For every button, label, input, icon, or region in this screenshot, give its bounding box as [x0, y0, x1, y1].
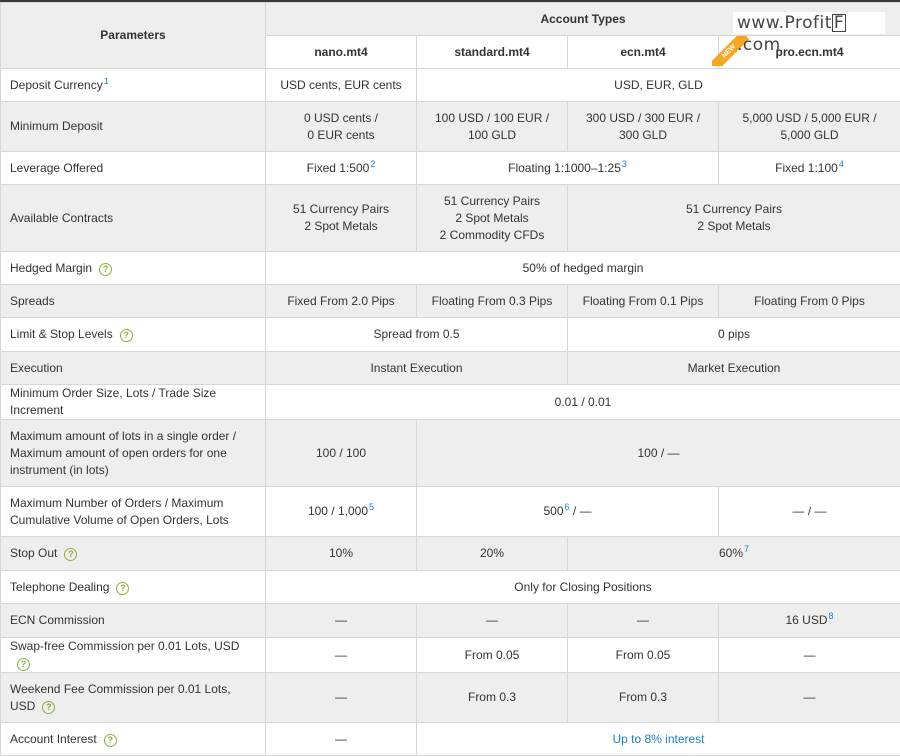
table-row: Swap-free Commission per 0.01 Lots, USD?… [1, 638, 900, 673]
table-row: Spreads Fixed From 2.0 Pips Floating Fro… [1, 285, 900, 318]
cell: Fixed 1:1004 [719, 152, 900, 185]
parameters-header: Parameters [1, 3, 266, 69]
cell: — [266, 604, 417, 638]
cell: 50% of hedged margin [266, 252, 900, 285]
cell: 51 Currency Pairs2 Spot Metals2 Commodit… [417, 185, 568, 252]
row-label: Telephone Dealing? [1, 571, 266, 604]
cell: 20% [417, 537, 568, 571]
table-row: Account Interest? — Up to 8% interest [1, 723, 900, 756]
cell: — [417, 604, 568, 638]
footnote-link[interactable]: 3 [622, 159, 627, 169]
row-label: Maximum Number of Orders / MaximumCumula… [1, 487, 266, 537]
table-row: Maximum amount of lots in a single order… [1, 420, 900, 487]
footnote-link[interactable]: 5 [369, 502, 374, 512]
row-label: Minimum Order Size, Lots / Trade Size In… [1, 385, 266, 420]
table-row: Deposit Currency1 USD cents, EUR cents U… [1, 69, 900, 102]
cell: Floating 1:1000–1:253 [417, 152, 719, 185]
cell: — [719, 638, 900, 673]
row-label: Maximum amount of lots in a single order… [1, 420, 266, 487]
cell: USD cents, EUR cents [266, 69, 417, 102]
cell: 0 USD cents /0 EUR cents [266, 102, 417, 152]
cell: — [719, 673, 900, 723]
table-row: Maximum Number of Orders / MaximumCumula… [1, 487, 900, 537]
cell: 100 USD / 100 EUR /100 GLD [417, 102, 568, 152]
table-row: Execution Instant Execution Market Execu… [1, 352, 900, 385]
row-label: ECN Commission [1, 604, 266, 638]
row-label: Swap-free Commission per 0.01 Lots, USD? [1, 638, 266, 673]
help-icon[interactable]: ? [104, 734, 117, 747]
cell: Instant Execution [266, 352, 568, 385]
help-icon[interactable]: ? [120, 329, 133, 342]
watermark-logo: www.ProfitF.com [733, 12, 885, 34]
table-row: Minimum Order Size, Lots / Trade Size In… [1, 385, 900, 420]
cell: 5006 / — [417, 487, 719, 537]
cell: From 0.05 [417, 638, 568, 673]
row-label: Weekend Fee Commission per 0.01 Lots,USD… [1, 673, 266, 723]
table-row: Minimum Deposit 0 USD cents /0 EUR cents… [1, 102, 900, 152]
cell: Fixed From 2.0 Pips [266, 285, 417, 318]
table-row: Telephone Dealing? Only for Closing Posi… [1, 571, 900, 604]
table-row: Leverage Offered Fixed 1:5002 Floating 1… [1, 152, 900, 185]
footnote-link[interactable]: 8 [829, 611, 834, 621]
col-ecn: ecn.mt4 [568, 36, 719, 69]
cell: 100 / 1,0005 [266, 487, 417, 537]
cell: 100 / — [417, 420, 900, 487]
interest-link[interactable]: Up to 8% interest [417, 723, 900, 756]
cell: USD, EUR, GLD [417, 69, 900, 102]
footnote-link[interactable]: 4 [839, 159, 844, 169]
cell: — [266, 638, 417, 673]
cell: Only for Closing Positions [266, 571, 900, 604]
row-label: Leverage Offered [1, 152, 266, 185]
table-row: Available Contracts 51 Currency Pairs2 S… [1, 185, 900, 252]
cell: From 0.3 [417, 673, 568, 723]
cell: — [266, 673, 417, 723]
table-row: Hedged Margin? 50% of hedged margin [1, 252, 900, 285]
row-label: Deposit Currency1 [1, 69, 266, 102]
cell: 0 pips [568, 318, 900, 352]
table-row: ECN Commission — — — 16 USD8 [1, 604, 900, 638]
cell: — [568, 604, 719, 638]
cell: Floating From 0 Pips [719, 285, 900, 318]
cell: — / — [719, 487, 900, 537]
footnote-link[interactable]: 2 [370, 159, 375, 169]
account-comparison-table: Parameters Account Types nano.mt4 standa… [0, 2, 900, 756]
row-label: Minimum Deposit [1, 102, 266, 152]
table-row: Stop Out? 10% 20% 60%7 [1, 537, 900, 571]
cell: 60%7 [568, 537, 900, 571]
cell: 16 USD8 [719, 604, 900, 638]
cell: 51 Currency Pairs2 Spot Metals [568, 185, 900, 252]
table-row: Weekend Fee Commission per 0.01 Lots,USD… [1, 673, 900, 723]
col-standard: standard.mt4 [417, 36, 568, 69]
cell: 51 Currency Pairs2 Spot Metals [266, 185, 417, 252]
row-label: Available Contracts [1, 185, 266, 252]
cell: Floating From 0.3 Pips [417, 285, 568, 318]
footnote-link[interactable]: 1 [104, 76, 109, 86]
col-nano: nano.mt4 [266, 36, 417, 69]
cell: 300 USD / 300 EUR /300 GLD [568, 102, 719, 152]
cell: — [266, 723, 417, 756]
row-label: Stop Out? [1, 537, 266, 571]
cell: From 0.05 [568, 638, 719, 673]
help-icon[interactable]: ? [99, 263, 112, 276]
cell: Floating From 0.1 Pips [568, 285, 719, 318]
cell: 100 / 100 [266, 420, 417, 487]
row-label: Account Interest? [1, 723, 266, 756]
help-icon[interactable]: ? [116, 582, 129, 595]
help-icon[interactable]: ? [42, 701, 55, 714]
row-label: Hedged Margin? [1, 252, 266, 285]
table-row: Limit & Stop Levels? Spread from 0.5 0 p… [1, 318, 900, 352]
cell: 0.01 / 0.01 [266, 385, 900, 420]
row-label: Spreads [1, 285, 266, 318]
cell: 10% [266, 537, 417, 571]
footnote-link[interactable]: 7 [744, 544, 749, 554]
cell: Fixed 1:5002 [266, 152, 417, 185]
cell: Spread from 0.5 [266, 318, 568, 352]
row-label: Limit & Stop Levels? [1, 318, 266, 352]
help-icon[interactable]: ? [64, 548, 77, 561]
row-label: Execution [1, 352, 266, 385]
cell: From 0.3 [568, 673, 719, 723]
cell: Market Execution [568, 352, 900, 385]
cell: 5,000 USD / 5,000 EUR /5,000 GLD [719, 102, 900, 152]
help-icon[interactable]: ? [17, 658, 30, 671]
